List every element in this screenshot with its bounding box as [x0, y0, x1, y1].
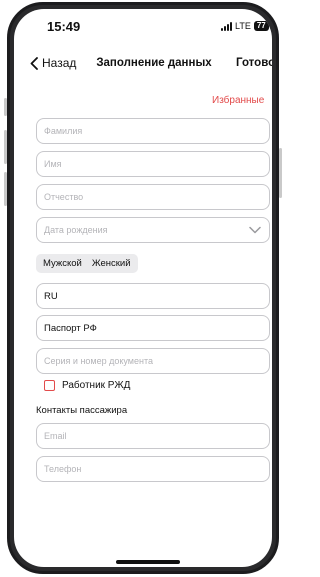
gender-option-male[interactable]: Мужской — [38, 256, 87, 271]
screen: 15:49 LTE 77 Назад Заполнение данных Гот… — [14, 9, 272, 567]
first-name-field[interactable]: Имя — [36, 151, 270, 177]
gender-selector: Мужской Женский — [36, 254, 138, 273]
power-button — [279, 148, 282, 198]
phone-field[interactable]: Телефон — [36, 456, 270, 482]
patronymic-placeholder: Отчество — [44, 192, 84, 202]
document-type-value: Паспорт РФ — [44, 323, 97, 334]
document-number-field[interactable]: Серия и номер документа — [36, 348, 270, 374]
battery-icon: 77 — [253, 21, 269, 31]
back-button[interactable]: Назад — [30, 54, 76, 72]
gender-option-female[interactable]: Женский — [87, 256, 136, 271]
document-number-placeholder: Серия и номер документа — [44, 356, 153, 366]
back-label: Назад — [42, 56, 77, 70]
chevron-down-icon — [249, 226, 261, 234]
contacts-section-title: Контакты пассажира — [36, 405, 128, 416]
status-time: 15:49 — [47, 19, 81, 34]
signal-icon — [221, 21, 232, 31]
last-name-placeholder: Фамилия — [44, 126, 83, 136]
home-indicator[interactable] — [116, 560, 180, 564]
back-chevron-icon — [30, 56, 38, 70]
phone-frame: 15:49 LTE 77 Назад Заполнение данных Гот… — [7, 2, 279, 574]
email-placeholder: Email — [44, 431, 67, 441]
citizenship-value: RU — [44, 291, 58, 302]
network-label: LTE — [235, 21, 251, 31]
document-type-field[interactable]: Паспорт РФ — [36, 315, 270, 341]
phone-placeholder: Телефон — [44, 464, 82, 474]
rzd-employee-checkbox[interactable] — [44, 380, 55, 391]
birth-date-field[interactable]: Дата рождения — [36, 217, 270, 243]
rzd-employee-label: Работник РЖД — [62, 380, 131, 391]
citizenship-field[interactable]: RU — [36, 283, 270, 309]
first-name-placeholder: Имя — [44, 159, 62, 169]
patronymic-field[interactable]: Отчество — [36, 184, 270, 210]
last-name-field[interactable]: Фамилия — [36, 118, 270, 144]
email-field[interactable]: Email — [36, 423, 270, 449]
page-title: Заполнение данных — [96, 57, 212, 69]
birth-date-placeholder: Дата рождения — [44, 225, 108, 235]
status-indicators: LTE 77 — [221, 20, 269, 32]
done-button[interactable]: Готово — [236, 57, 272, 69]
favorites-link[interactable]: Избранные — [212, 95, 264, 106]
